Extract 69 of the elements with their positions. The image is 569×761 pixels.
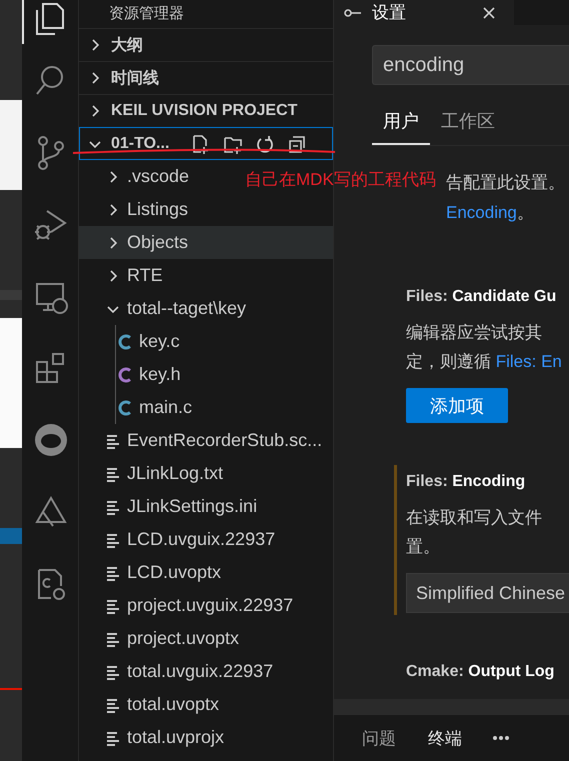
setting-title: Cmake: Output Log <box>406 663 556 681</box>
setting-description: 告配置此设置。 <box>446 172 566 194</box>
text-file-icon <box>105 696 121 712</box>
tab-title: 设置 <box>372 2 406 24</box>
tree-item[interactable]: key.c <box>139 331 180 352</box>
c-file-icon <box>117 398 133 416</box>
tree-item[interactable]: total--taget\key <box>127 298 246 319</box>
tree-item[interactable]: main.c <box>139 397 192 418</box>
tree-item[interactable]: project.uvguix.22937 <box>127 595 294 616</box>
annotation-text: 自己在MDK写的工程代码 <box>245 169 436 191</box>
editor-tab[interactable]: 设置 <box>334 0 514 25</box>
new-folder-icon[interactable] <box>223 134 244 154</box>
tree-item[interactable]: Listings <box>127 199 188 220</box>
refresh-icon[interactable] <box>255 134 276 154</box>
key-icon <box>344 6 362 18</box>
text-file-icon <box>105 630 121 646</box>
setting-description: 编辑器应尝试按其 <box>406 322 543 344</box>
setting-title: Files: Candidate Gu <box>406 288 558 306</box>
text-file-icon <box>105 564 121 580</box>
tree-item[interactable]: LCD.uvguix.22937 <box>127 529 276 550</box>
search-field[interactable]: encoding <box>372 45 569 85</box>
section-title: 01-TO... <box>111 135 170 153</box>
tree-item[interactable]: total.uvguix.22937 <box>127 661 274 682</box>
panel-tab[interactable]: 终端 <box>426 722 464 754</box>
tree-item[interactable]: total.uvprojx <box>127 727 224 748</box>
tree-item[interactable]: project.uvoptx <box>127 628 240 649</box>
section-title: KEIL UVISION PROJECT <box>111 102 298 120</box>
tree-item[interactable]: Objects <box>79 226 333 259</box>
setting-link[interactable]: Files: En <box>496 352 562 371</box>
section-header[interactable]: 01-TO... <box>79 127 333 160</box>
text-file-icon <box>105 730 121 746</box>
c-file-icon <box>117 332 133 350</box>
setting-description: 在读取和写入文件 <box>406 507 543 529</box>
tree-item[interactable]: .vscode <box>127 166 190 187</box>
setting-description: 定，则遵循 Files: En <box>406 351 563 373</box>
tree-item[interactable]: key.h <box>139 364 181 385</box>
setting-link[interactable]: Encoding <box>446 203 517 222</box>
scope-tab[interactable]: 工作区 <box>430 105 506 145</box>
panel-tab[interactable]: 问题 <box>360 722 398 754</box>
section-header[interactable]: 时间线 <box>79 61 333 94</box>
tree-item[interactable]: total.uvoptx <box>127 694 220 715</box>
setting-title: Files: Encoding <box>406 473 526 491</box>
piggy-icon[interactable] <box>33 422 69 458</box>
text-file-icon <box>105 598 121 614</box>
add-item-button[interactable]: 添加项 <box>406 388 508 423</box>
text-file-icon <box>105 498 121 514</box>
setting-description: Encoding。 <box>446 202 535 224</box>
close-icon[interactable] <box>482 6 496 20</box>
more-icon[interactable] <box>492 735 510 741</box>
section-title: 大纲 <box>111 36 143 56</box>
header-file-icon <box>117 366 133 384</box>
tree-item[interactable]: JLinkLog.txt <box>127 463 224 484</box>
section-header[interactable]: KEIL UVISION PROJECT <box>79 94 333 127</box>
tree-item[interactable]: LCD.uvoptx <box>127 562 222 583</box>
scope-tab[interactable]: 用户 <box>372 105 430 145</box>
tree-item[interactable]: EventRecorderStub.sc... <box>127 430 322 451</box>
text-file-icon <box>105 466 121 482</box>
tree-item[interactable]: RTE <box>127 265 163 286</box>
encoding-dropdown[interactable]: Simplified Chinese <box>406 573 569 613</box>
tree-item[interactable]: JLinkSettings.ini <box>127 496 258 517</box>
text-file-icon <box>105 432 121 448</box>
section-header[interactable]: 大纲 <box>79 28 333 61</box>
setting-description: 置。 <box>406 536 441 558</box>
collapse-icon[interactable] <box>287 134 308 154</box>
text-file-icon <box>105 532 121 548</box>
file-name: Objects <box>127 232 188 253</box>
section-title: 时间线 <box>111 68 159 88</box>
text-file-icon <box>105 664 121 680</box>
sidebar-title: 资源管理器 <box>108 4 185 24</box>
